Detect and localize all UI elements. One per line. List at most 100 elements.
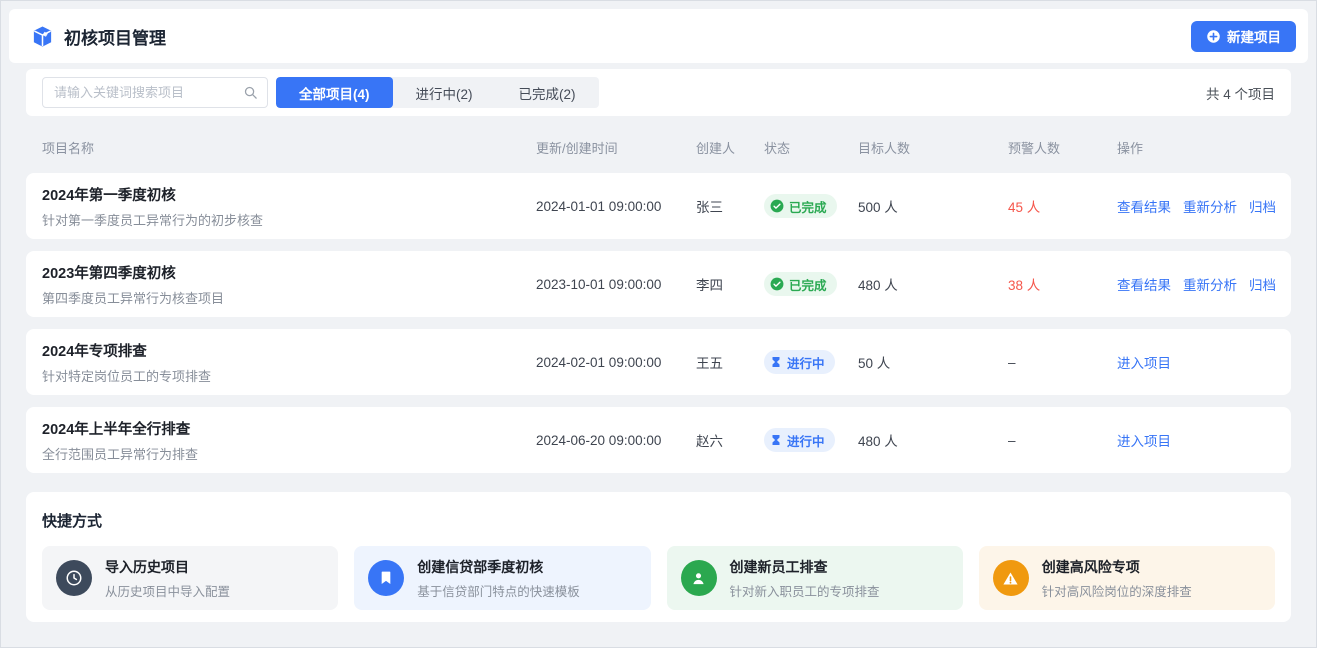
search-input[interactable] (42, 77, 268, 108)
tab-in-progress[interactable]: 进行中(2) (393, 77, 496, 108)
status-badge: 已完成 (764, 194, 837, 218)
search-icon[interactable] (243, 85, 258, 105)
tab-group: 全部项目(4) 进行中(2) 已完成(2) (276, 77, 599, 108)
project-target: 480 人 (858, 430, 1008, 450)
project-name-cell: 2024年专项排查 针对特定岗位员工的专项排查 (42, 340, 536, 385)
shortcut-title: 创建高风险专项 (1042, 557, 1192, 577)
status-badge: 进行中 (764, 428, 835, 452)
check-circle-icon (770, 199, 784, 213)
column-header-target: 目标人数 (858, 138, 1008, 157)
column-header-name: 项目名称 (42, 138, 536, 157)
project-time: 2024-01-01 09:00:00 (536, 199, 696, 214)
shortcut-texts: 导入历史项目 从历史项目中导入配置 (105, 557, 230, 600)
shortcut-texts: 创建信贷部季度初核 基于信贷部门特点的快速模板 (417, 557, 580, 600)
warning-triangle-icon (993, 560, 1029, 596)
project-warning: 38 人 (1008, 274, 1117, 294)
shortcut-title: 创建信贷部季度初核 (417, 557, 580, 577)
reanalyze-link[interactable]: 重新分析 (1183, 196, 1237, 216)
project-desc: 针对第一季度员工异常行为的初步核查 (42, 210, 536, 229)
header-bar: 初核项目管理 新建项目 (9, 9, 1308, 63)
shortcut-title: 导入历史项目 (105, 557, 230, 577)
shortcut-desc: 基于信贷部门特点的快速模板 (417, 581, 580, 600)
project-creator: 王五 (696, 352, 764, 372)
archive-link[interactable]: 归档 (1249, 274, 1276, 294)
project-time: 2023-10-01 09:00:00 (536, 277, 696, 292)
enter-project-link[interactable]: 进入项目 (1117, 352, 1171, 372)
project-status-cell: 已完成 (764, 194, 858, 218)
check-circle-icon (770, 277, 784, 291)
project-name-cell: 2023年第四季度初核 第四季度员工异常行为核查项目 (42, 262, 536, 307)
project-actions: 进入项目 (1117, 352, 1275, 372)
total-count: 共 4 个项目 (1206, 83, 1275, 103)
table-row: 2024年上半年全行排查 全行范围员工异常行为排查 2024-06-20 09:… (26, 407, 1291, 473)
bookmark-icon (368, 560, 404, 596)
status-badge-label: 已完成 (789, 275, 827, 294)
project-target: 480 人 (858, 274, 1008, 294)
view-results-link[interactable]: 查看结果 (1117, 274, 1171, 294)
project-status-cell: 已完成 (764, 272, 858, 296)
column-header-creator: 创建人 (696, 138, 764, 157)
project-status-cell: 进行中 (764, 428, 858, 452)
project-time: 2024-02-01 09:00:00 (536, 355, 696, 370)
column-header-status: 状态 (764, 138, 858, 157)
status-badge-label: 进行中 (787, 353, 825, 372)
shortcuts-title: 快捷方式 (42, 510, 1275, 531)
shortcut-credit-dept-template[interactable]: 创建信贷部季度初核 基于信贷部门特点的快速模板 (354, 546, 650, 610)
table-header: 项目名称 更新/创建时间 创建人 状态 目标人数 预警人数 操作 (26, 116, 1291, 173)
project-desc: 第四季度员工异常行为核查项目 (42, 288, 536, 307)
status-badge: 已完成 (764, 272, 837, 296)
view-results-link[interactable]: 查看结果 (1117, 196, 1171, 216)
new-project-button-label: 新建项目 (1227, 26, 1281, 46)
shortcut-import-history[interactable]: 导入历史项目 从历史项目中导入配置 (42, 546, 338, 610)
shortcut-row: 导入历史项目 从历史项目中导入配置 创建信贷部季度初核 基于信贷部门特点的快速模… (42, 546, 1275, 610)
project-status-cell: 进行中 (764, 350, 858, 374)
shortcut-desc: 针对高风险岗位的深度排查 (1042, 581, 1192, 600)
project-title: 2024年专项排查 (42, 340, 536, 361)
tab-completed[interactable]: 已完成(2) (496, 77, 599, 108)
archive-link[interactable]: 归档 (1249, 196, 1276, 216)
plus-circle-icon (1206, 29, 1221, 44)
project-title: 2024年第一季度初核 (42, 184, 536, 205)
status-badge-label: 已完成 (789, 197, 827, 216)
project-title: 2024年上半年全行排查 (42, 418, 536, 439)
shortcut-desc: 从历史项目中导入配置 (105, 581, 230, 600)
table-row: 2023年第四季度初核 第四季度员工异常行为核查项目 2023-10-01 09… (26, 251, 1291, 317)
cube-icon (31, 25, 54, 48)
project-desc: 全行范围员工异常行为排查 (42, 444, 536, 463)
shortcut-new-employee-check[interactable]: 创建新员工排查 针对新入职员工的专项排查 (667, 546, 963, 610)
project-actions: 查看结果 重新分析 归档 (1117, 274, 1275, 294)
project-warning: – (1008, 355, 1117, 370)
column-header-actions: 操作 (1117, 138, 1275, 157)
project-actions: 查看结果 重新分析 归档 (1117, 196, 1275, 216)
header-left: 初核项目管理 (31, 24, 166, 49)
project-warning: 45 人 (1008, 196, 1117, 216)
project-name-cell: 2024年第一季度初核 针对第一季度员工异常行为的初步核查 (42, 184, 536, 229)
enter-project-link[interactable]: 进入项目 (1117, 430, 1171, 450)
shortcut-texts: 创建新员工排查 针对新入职员工的专项排查 (730, 557, 880, 600)
shortcut-texts: 创建高风险专项 针对高风险岗位的深度排查 (1042, 557, 1192, 600)
hourglass-icon (770, 356, 782, 368)
project-warning: – (1008, 433, 1117, 448)
project-creator: 赵六 (696, 430, 764, 450)
status-badge-label: 进行中 (787, 431, 825, 450)
column-header-warning: 预警人数 (1008, 138, 1117, 157)
shortcut-title: 创建新员工排查 (730, 557, 880, 577)
shortcut-desc: 针对新入职员工的专项排查 (730, 581, 880, 600)
new-project-button[interactable]: 新建项目 (1191, 21, 1296, 52)
toolbar: 全部项目(4) 进行中(2) 已完成(2) 共 4 个项目 (26, 69, 1291, 116)
shortcuts-section: 快捷方式 导入历史项目 从历史项目中导入配置 创建信贷部季度初核 (26, 492, 1291, 622)
search-wrap (42, 77, 268, 108)
project-actions: 进入项目 (1117, 430, 1275, 450)
project-target: 500 人 (858, 196, 1008, 216)
table-row: 2024年专项排查 针对特定岗位员工的专项排查 2024-02-01 09:00… (26, 329, 1291, 395)
clock-icon (56, 560, 92, 596)
page-title: 初核项目管理 (64, 24, 166, 49)
hourglass-icon (770, 434, 782, 446)
project-target: 50 人 (858, 352, 1008, 372)
project-title: 2023年第四季度初核 (42, 262, 536, 283)
project-desc: 针对特定岗位员工的专项排查 (42, 366, 536, 385)
tab-all-projects[interactable]: 全部项目(4) (276, 77, 393, 108)
column-header-time: 更新/创建时间 (536, 138, 696, 157)
reanalyze-link[interactable]: 重新分析 (1183, 274, 1237, 294)
shortcut-high-risk-special[interactable]: 创建高风险专项 针对高风险岗位的深度排查 (979, 546, 1275, 610)
